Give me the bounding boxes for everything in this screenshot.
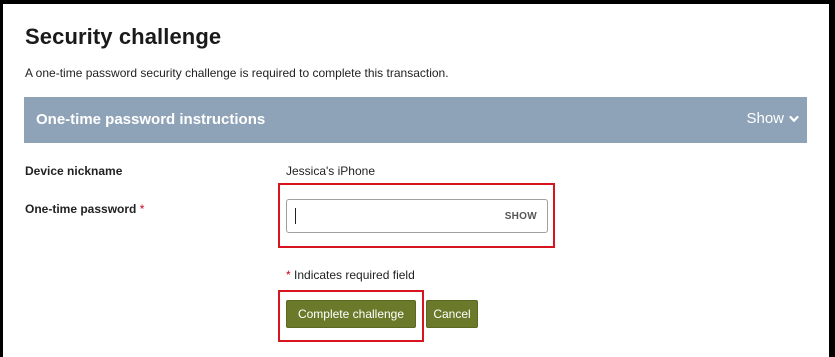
text-caret [295,208,296,224]
required-note: * Indicates required field [286,268,415,282]
device-nickname-value: Jessica's iPhone [286,164,376,178]
complete-challenge-button[interactable]: Complete challenge [286,300,416,328]
required-note-text: Indicates required field [294,268,415,282]
otp-label: One-time password * [25,202,144,216]
otp-input[interactable]: SHOW [286,199,548,233]
page-title: Security challenge [25,24,222,49]
otp-label-text: One-time password [25,202,137,216]
required-asterisk-note: * [286,268,291,282]
cancel-button[interactable]: Cancel [426,300,478,328]
required-asterisk: * [139,202,145,216]
panel-show-toggle[interactable]: Show [746,110,799,127]
panel-toggle-label: Show [746,110,784,127]
page-subtitle: A one-time password security challenge i… [25,66,449,80]
otp-show-button[interactable]: SHOW [505,211,537,222]
otp-instructions-panel[interactable]: One-time password instructions Show [24,97,807,143]
panel-title: One-time password instructions [36,111,266,128]
chevron-down-icon [789,115,799,122]
device-nickname-label: Device nickname [25,164,123,178]
